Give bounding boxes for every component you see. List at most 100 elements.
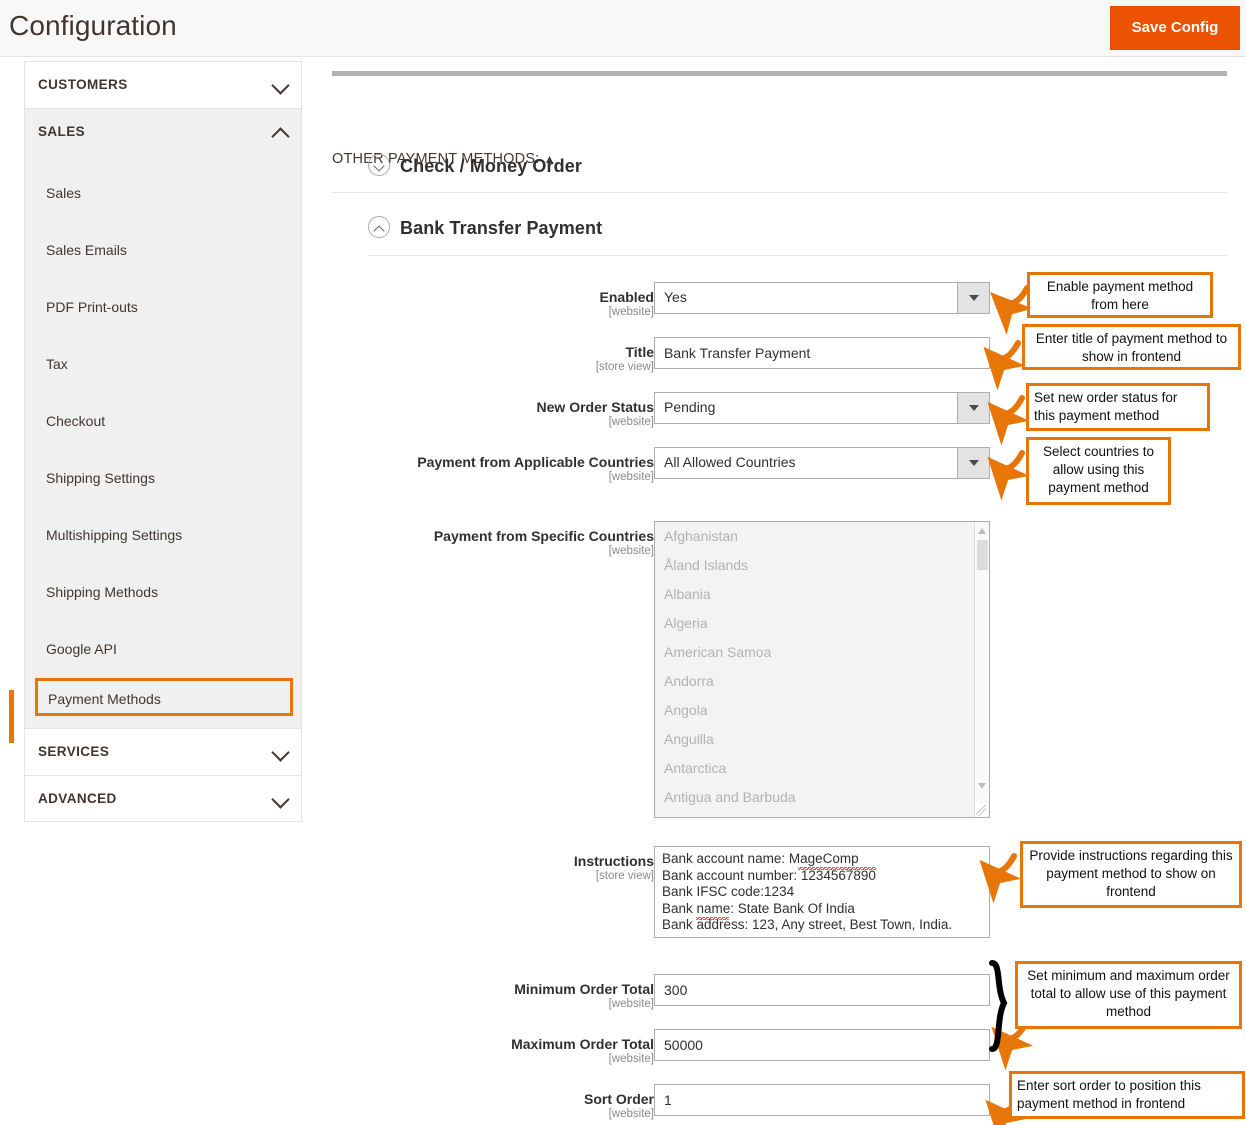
arrow-down-icon[interactable] — [978, 783, 986, 789]
sidebar-item-shipping-settings[interactable]: Shipping Settings — [25, 450, 301, 507]
list-item[interactable]: Antigua and Barbuda — [655, 783, 989, 812]
scrollbar-thumb[interactable] — [977, 540, 988, 570]
enabled-select-value: Yes — [664, 289, 687, 305]
max-order-total-input[interactable] — [654, 1029, 990, 1061]
field-scope: [website] — [608, 416, 654, 428]
active-item-indicator — [9, 690, 14, 743]
chevron-down-icon — [271, 76, 290, 95]
sidebar-section-label: CUSTOMERS — [38, 77, 128, 92]
list-item[interactable]: Antarctica — [655, 754, 989, 783]
sidebar-section-customers[interactable]: CUSTOMERS — [24, 61, 302, 108]
sidebar-item-tax[interactable]: Tax — [25, 336, 301, 393]
chevron-down-circle-icon — [368, 154, 390, 176]
field-control: Pending — [654, 392, 990, 424]
annotation-countries: Select countries to allow using this pay… — [1026, 437, 1171, 505]
page-header: Configuration Save Config — [0, 0, 1246, 57]
vertical-scrollbar[interactable] — [974, 522, 989, 817]
sidebar-item-google-api[interactable]: Google API — [25, 621, 301, 678]
resize-grip-icon[interactable] — [975, 803, 988, 816]
title-input[interactable] — [654, 337, 990, 369]
field-control: Bank account name: MageComp Bank account… — [654, 846, 990, 943]
field-label: Sort Order — [583, 1091, 654, 1107]
accordion-label: Bank Transfer Payment — [400, 218, 603, 238]
field-control — [654, 974, 990, 1006]
list-item[interactable]: Andorra — [655, 667, 989, 696]
arrow-up-icon[interactable] — [978, 528, 986, 534]
field-label: Payment from Applicable Countries — [417, 454, 654, 470]
field-scope: [website] — [608, 1053, 654, 1065]
new-order-status-select[interactable]: Pending — [654, 392, 990, 424]
list-item[interactable]: American Samoa — [655, 638, 989, 667]
annotation-min-max: Set minimum and maximum order total to a… — [1015, 961, 1242, 1029]
applicable-countries-value: All Allowed Countries — [664, 454, 796, 470]
list-item[interactable]: Anguilla — [655, 725, 989, 754]
chevron-up-circle-icon — [368, 216, 390, 238]
field-scope: [website] — [608, 998, 654, 1010]
sidebar-item-payment-methods[interactable]: Payment Methods — [35, 678, 293, 716]
new-order-status-value: Pending — [664, 399, 716, 415]
list-item[interactable]: Åland Islands — [655, 551, 989, 580]
applicable-countries-select[interactable]: All Allowed Countries — [654, 447, 990, 479]
divider — [368, 255, 1227, 256]
field-control — [654, 1084, 990, 1116]
field-scope: [website] — [608, 306, 654, 318]
accordion-bank-transfer-payment[interactable]: Bank Transfer Payment — [368, 216, 602, 239]
field-control: Yes — [654, 282, 990, 314]
annotation-new-order-status: Set new order status for this payment me… — [1026, 383, 1210, 431]
sidebar-item-sales[interactable]: Sales — [25, 165, 301, 222]
sidebar-item-sales-emails[interactable]: Sales Emails — [25, 222, 301, 279]
chevron-down-icon[interactable] — [957, 393, 989, 423]
sidebar-section-label: SERVICES — [38, 744, 110, 759]
page-title: Configuration — [9, 10, 177, 41]
field-label: Maximum Order Total — [511, 1036, 654, 1052]
accordion-check-money-order[interactable]: Check / Money Order — [368, 154, 582, 177]
chevron-down-icon[interactable] — [957, 448, 989, 478]
sidebar-item-shipping-methods[interactable]: Shipping Methods — [25, 564, 301, 621]
sidebar-sales-children: Sales Sales Emails PDF Print-outs Tax Ch… — [24, 155, 302, 728]
annotation-sort-order: Enter sort order to position this paymen… — [1009, 1071, 1245, 1119]
list-item[interactable]: Algeria — [655, 609, 989, 638]
sort-order-input[interactable] — [654, 1084, 990, 1116]
sidebar-section-services[interactable]: SERVICES — [24, 728, 302, 775]
field-scope: [website] — [608, 1108, 654, 1120]
enabled-select[interactable]: Yes — [654, 282, 990, 314]
field-control: All Allowed Countries — [654, 447, 990, 479]
sidebar-item-checkout[interactable]: Checkout — [25, 393, 301, 450]
list-item[interactable]: Afghanistan — [655, 522, 989, 551]
field-scope: [store view] — [595, 870, 654, 882]
field-control: Afghanistan Åland Islands Albania Algeri… — [654, 521, 990, 818]
divider — [332, 192, 1227, 193]
instructions-textarea[interactable]: Bank account name: MageComp Bank account… — [654, 846, 990, 938]
sidebar-section-advanced[interactable]: ADVANCED — [24, 775, 302, 822]
field-control — [654, 1029, 990, 1061]
field-label: Instructions — [573, 853, 654, 869]
sidebar-section-label: SALES — [38, 124, 86, 139]
list-item[interactable]: Angola — [655, 696, 989, 725]
min-order-total-input[interactable] — [654, 974, 990, 1006]
horizontal-scrollbar[interactable] — [332, 71, 1227, 76]
config-sidebar: CUSTOMERS SALES Sales Sales Emails PDF P… — [24, 61, 302, 822]
sidebar-section-sales[interactable]: SALES — [24, 108, 302, 155]
field-scope: [store view] — [595, 361, 654, 373]
save-config-button[interactable]: Save Config — [1110, 6, 1240, 50]
sidebar-item-pdf-print-outs[interactable]: PDF Print-outs — [25, 279, 301, 336]
chevron-down-icon — [271, 790, 290, 809]
annotation-enabled: Enable payment method from here — [1027, 272, 1213, 318]
annotation-title: Enter title of payment method to show in… — [1022, 324, 1241, 370]
field-scope: [website] — [608, 471, 654, 483]
chevron-up-icon — [271, 127, 290, 146]
field-label: Enabled — [599, 289, 654, 305]
accordion-label: Check / Money Order — [400, 156, 582, 176]
field-label: Minimum Order Total — [514, 981, 654, 997]
field-control — [654, 337, 990, 369]
sidebar-item-multishipping-settings[interactable]: Multishipping Settings — [25, 507, 301, 564]
specific-countries-multiselect[interactable]: Afghanistan Åland Islands Albania Algeri… — [654, 521, 990, 818]
field-scope: [website] — [608, 545, 654, 557]
grouping-brace — [989, 960, 1008, 1052]
field-label: Payment from Specific Countries — [433, 528, 654, 544]
list-item[interactable]: Albania — [655, 580, 989, 609]
chevron-down-icon[interactable] — [957, 283, 989, 313]
annotation-instructions: Provide instructions regarding this paym… — [1020, 841, 1242, 908]
sidebar-section-label: ADVANCED — [38, 791, 117, 806]
field-label: Title — [625, 344, 654, 360]
